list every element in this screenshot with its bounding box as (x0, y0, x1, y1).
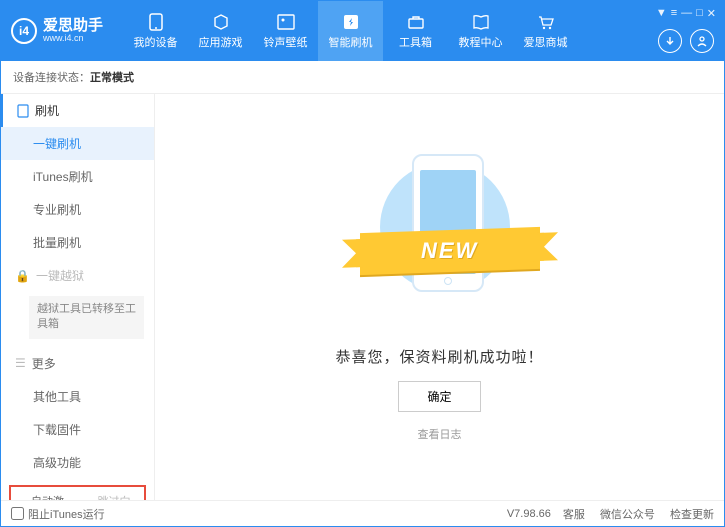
ok-button[interactable]: 确定 (398, 381, 480, 412)
nav-apps[interactable]: 应用游戏 (188, 1, 253, 61)
sidebar-item-pro-flash[interactable]: 专业刷机 (1, 193, 154, 226)
flash-icon (341, 13, 361, 31)
cart-icon (536, 13, 556, 31)
sidebar-section-more[interactable]: ☰ 更多 (1, 347, 154, 380)
phone-icon (146, 13, 166, 31)
toolbox-icon (406, 13, 426, 31)
list-icon: ☰ (15, 356, 26, 370)
dropdown-icon[interactable]: ▼ (656, 7, 667, 20)
menu-icon[interactable]: ≡ (671, 7, 677, 20)
device-status-value: 正常模式 (90, 72, 134, 84)
skip-guide-checkbox[interactable]: 跳过向导 (82, 493, 141, 500)
sidebar-item-download-firmware[interactable]: 下载固件 (1, 413, 154, 446)
book-icon (471, 13, 491, 31)
download-button[interactable] (658, 29, 682, 53)
nav-toolbox[interactable]: 工具箱 (383, 1, 448, 61)
version-label: V7.98.66 (507, 508, 551, 520)
footer-link-support[interactable]: 客服 (563, 509, 585, 521)
app-url: www.i4.cn (43, 34, 103, 44)
auto-activate-checkbox[interactable]: 自动激活 (15, 493, 74, 500)
view-log-link[interactable]: 查看日志 (418, 426, 462, 442)
nav-store[interactable]: 爱思商城 (513, 1, 578, 61)
image-icon (276, 13, 296, 31)
main-panel: NEW 恭喜您，保资料刷机成功啦！ 确定 查看日志 (155, 94, 724, 500)
user-button[interactable] (690, 29, 714, 53)
window-controls: ▼ ≡ — □ ✕ (656, 7, 716, 20)
app-logo: i4 爱思助手 www.i4.cn (11, 18, 103, 44)
footer-bar: 阻止iTunes运行 V7.98.66 客服 微信公众号 检查更新 (1, 500, 724, 526)
success-message: 恭喜您，保资料刷机成功啦！ (335, 346, 543, 367)
footer-link-update[interactable]: 检查更新 (670, 509, 714, 521)
minimize-icon[interactable]: — (681, 7, 692, 20)
highlighted-checkboxes: 自动激活 跳过向导 (9, 485, 146, 500)
sidebar-item-other-tools[interactable]: 其他工具 (1, 380, 154, 413)
sidebar-item-itunes-flash[interactable]: iTunes刷机 (1, 160, 154, 193)
nav-flash[interactable]: 智能刷机 (318, 1, 383, 61)
sidebar-section-flash[interactable]: 刷机 (1, 94, 154, 127)
maximize-icon[interactable]: □ (696, 7, 703, 20)
main-nav: 我的设备 应用游戏 铃声壁纸 智能刷机 工具箱 教程中心 爱思商城 (123, 1, 578, 61)
app-header: i4 爱思助手 www.i4.cn 我的设备 应用游戏 铃声壁纸 智能刷机 工具… (1, 1, 724, 61)
success-illustration: NEW (350, 152, 530, 332)
sidebar-item-oneclick-flash[interactable]: 一键刷机 (1, 127, 154, 160)
jailbreak-moved-note: 越狱工具已转移至工具箱 (29, 296, 144, 339)
sidebar: 刷机 一键刷机 iTunes刷机 专业刷机 批量刷机 🔒 一键越狱 越狱工具已转… (1, 94, 155, 500)
block-itunes-checkbox[interactable]: 阻止iTunes运行 (11, 506, 105, 522)
sidebar-item-batch-flash[interactable]: 批量刷机 (1, 226, 154, 259)
close-icon[interactable]: ✕ (707, 7, 716, 20)
nav-tutorials[interactable]: 教程中心 (448, 1, 513, 61)
logo-icon: i4 (11, 18, 37, 44)
new-ribbon: NEW (360, 227, 540, 275)
nav-ringtones[interactable]: 铃声壁纸 (253, 1, 318, 61)
sidebar-section-jailbreak: 🔒 一键越狱 (1, 259, 154, 292)
sidebar-item-advanced[interactable]: 高级功能 (1, 446, 154, 479)
footer-link-wechat[interactable]: 微信公众号 (600, 509, 655, 521)
apps-icon (211, 13, 231, 31)
nav-my-device[interactable]: 我的设备 (123, 1, 188, 61)
app-name: 爱思助手 (43, 18, 103, 35)
lock-icon: 🔒 (15, 269, 30, 283)
device-status-bar: 设备连接状态：正常模式 (1, 61, 724, 94)
